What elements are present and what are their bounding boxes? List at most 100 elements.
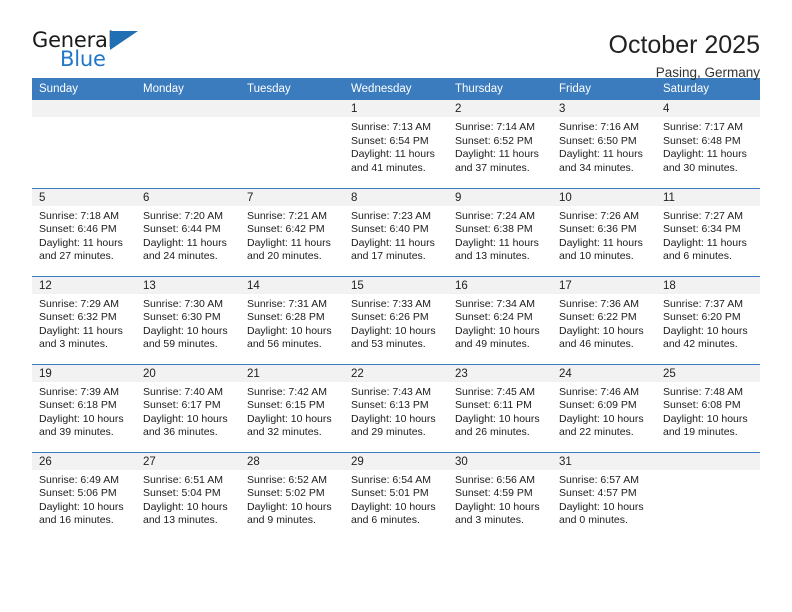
calendar-day-cell[interactable]: 28 Sunrise: 6:52 AM Sunset: 5:02 PM Dayligh… — [240, 451, 344, 540]
sunset-text: Sunset: 6:44 PM — [143, 223, 221, 236]
daylight-text-line1: Daylight: 11 hours — [455, 236, 539, 249]
calendar-day-cell[interactable]: 24 Sunrise: 7:46 AM Sunset: 6:09 PM Dayligh… — [552, 363, 656, 452]
calendar-day-cell[interactable]: 7 Sunrise: 7:21 AM Sunset: 6:42 PM Daylight… — [240, 187, 344, 276]
sunrise-text: Sunrise: 6:51 AM — [143, 473, 223, 486]
calendar-day-cell[interactable]: 25 Sunrise: 7:48 AM Sunset: 6:08 PM Dayligh… — [656, 363, 760, 452]
calendar-grid: Sunday Monday Tuesday Wednesday Thursday Frid… — [32, 78, 760, 540]
daylight-text-line2: and 29 minutes. — [351, 426, 426, 439]
calendar-day-cell[interactable]: 1 Sunrise: 7:13 AM Sunset: 6:54 PM Daylight… — [344, 100, 448, 188]
calendar-day-cell[interactable]: 6 Sunrise: 7:20 AM Sunset: 6:44 PM Daylight… — [136, 187, 240, 276]
calendar-week-row: 1 Sunrise: 7:13 AM Sunset: 6:54 PM Daylight… — [32, 100, 760, 188]
sunset-text: Sunset: 6:09 PM — [559, 399, 637, 412]
page-header: General Blue October 2025 Pasing, German… — [32, 0, 760, 80]
calendar-day-cell[interactable]: 16 Sunrise: 7:34 AM Sunset: 6:24 PM Dayligh… — [448, 275, 552, 364]
daylight-text-line2: and 27 minutes. — [39, 250, 114, 263]
day-number: 19 — [32, 364, 136, 382]
day-number: 22 — [344, 364, 448, 382]
daylight-text-line2: and 42 minutes. — [663, 338, 738, 351]
calendar-day-cell[interactable]: 13 Sunrise: 7:30 AM Sunset: 6:30 PM Dayligh… — [136, 275, 240, 364]
day-number: 7 — [240, 188, 344, 206]
calendar-day-cell[interactable]: 26 Sunrise: 6:49 AM Sunset: 5:06 PM Dayligh… — [32, 451, 136, 540]
daylight-text-line1: Daylight: 11 hours — [351, 148, 435, 161]
daylight-text-line2: and 37 minutes. — [455, 161, 530, 174]
calendar-week-row: 12 Sunrise: 7:29 AM Sunset: 6:32 PM Dayligh… — [32, 275, 760, 364]
daylight-text-line1: Daylight: 11 hours — [247, 236, 331, 249]
sunset-text: Sunset: 6:36 PM — [559, 223, 637, 236]
sunrise-text: Sunrise: 7:14 AM — [455, 121, 535, 133]
sunrise-text: Sunrise: 7:30 AM — [143, 297, 223, 310]
day-number: 28 — [240, 452, 344, 470]
sunrise-text: Sunrise: 7:48 AM — [663, 385, 743, 398]
weekday-header-tuesday: Tuesday — [240, 78, 344, 100]
calendar-day-cell[interactable]: 4 Sunrise: 7:17 AM Sunset: 6:48 PM Daylight… — [656, 100, 760, 188]
daylight-text-line1: Daylight: 10 hours — [247, 412, 332, 425]
calendar-day-cell[interactable]: 17 Sunrise: 7:36 AM Sunset: 6:22 PM Dayligh… — [552, 275, 656, 364]
calendar-day-cell[interactable]: 9 Sunrise: 7:24 AM Sunset: 6:38 PM Daylight… — [448, 187, 552, 276]
calendar-day-cell[interactable]: 5 Sunrise: 7:18 AM Sunset: 6:46 PM Daylight… — [32, 187, 136, 276]
calendar-day-cell[interactable]: 11 Sunrise: 7:27 AM Sunset: 6:34 PM Dayligh… — [656, 187, 760, 276]
day-details: Sunrise: 7:45 AM Sunset: 6:11 PM Daylight:… — [448, 382, 552, 440]
day-number: 2 — [448, 100, 552, 117]
day-details: Sunrise: 7:21 AM Sunset: 6:42 PM Daylight:… — [240, 206, 344, 264]
day-number: 5 — [32, 188, 136, 206]
calendar-day-cell-empty — [656, 451, 760, 540]
calendar-day-cell[interactable]: 2 Sunrise: 7:14 AM Sunset: 6:52 PM Daylight… — [448, 100, 552, 188]
day-number — [656, 452, 760, 470]
day-number: 31 — [552, 452, 656, 470]
sunset-text: Sunset: 6:40 PM — [351, 223, 429, 236]
day-details: Sunrise: 7:40 AM Sunset: 6:17 PM Daylight:… — [136, 382, 240, 440]
calendar-day-cell[interactable]: 15 Sunrise: 7:33 AM Sunset: 6:26 PM Dayligh… — [344, 275, 448, 364]
sunrise-text: Sunrise: 7:24 AM — [455, 209, 535, 222]
sunset-text: Sunset: 6:30 PM — [143, 311, 221, 324]
sunset-text: Sunset: 6:17 PM — [143, 399, 221, 412]
day-details: Sunrise: 6:52 AM Sunset: 5:02 PM Daylight:… — [240, 470, 344, 528]
calendar-day-cell[interactable]: 10 Sunrise: 7:26 AM Sunset: 6:36 PM Dayligh… — [552, 187, 656, 276]
sunrise-text: Sunrise: 7:42 AM — [247, 385, 327, 398]
calendar-day-cell[interactable]: 18 Sunrise: 7:37 AM Sunset: 6:20 PM Dayligh… — [656, 275, 760, 364]
daylight-text-line1: Daylight: 11 hours — [39, 324, 123, 337]
calendar-day-cell[interactable]: 21 Sunrise: 7:42 AM Sunset: 6:15 PM Dayligh… — [240, 363, 344, 452]
daylight-text-line2: and 53 minutes. — [351, 338, 426, 351]
calendar-day-cell[interactable]: 29 Sunrise: 6:54 AM Sunset: 5:01 PM Dayligh… — [344, 451, 448, 540]
day-number: 20 — [136, 364, 240, 382]
sunset-text: Sunset: 5:01 PM — [351, 487, 429, 500]
calendar-day-cell[interactable]: 14 Sunrise: 7:31 AM Sunset: 6:28 PM Dayligh… — [240, 275, 344, 364]
sunrise-text: Sunrise: 7:23 AM — [351, 209, 431, 222]
daylight-text-line1: Daylight: 11 hours — [351, 236, 435, 249]
calendar-week-row: 19 Sunrise: 7:39 AM Sunset: 6:18 PM Dayligh… — [32, 363, 760, 452]
day-number: 6 — [136, 188, 240, 206]
daylight-text-line1: Daylight: 11 hours — [559, 148, 643, 161]
day-number: 12 — [32, 276, 136, 294]
sunrise-text: Sunrise: 6:57 AM — [559, 473, 639, 486]
day-details: Sunrise: 7:46 AM Sunset: 6:09 PM Daylight:… — [552, 382, 656, 440]
daylight-text-line1: Daylight: 10 hours — [351, 500, 436, 513]
sunrise-text: Sunrise: 6:54 AM — [351, 473, 431, 486]
daylight-text-line2: and 17 minutes. — [351, 250, 426, 263]
calendar-day-cell[interactable]: 30 Sunrise: 6:56 AM Sunset: 4:59 PM Dayligh… — [448, 451, 552, 540]
day-details: Sunrise: 7:31 AM Sunset: 6:28 PM Daylight:… — [240, 294, 344, 352]
day-number: 1 — [344, 100, 448, 117]
calendar-day-cell[interactable]: 12 Sunrise: 7:29 AM Sunset: 6:32 PM Dayligh… — [32, 275, 136, 364]
calendar-day-cell[interactable]: 8 Sunrise: 7:23 AM Sunset: 6:40 PM Daylight… — [344, 187, 448, 276]
sunset-text: Sunset: 6:18 PM — [39, 399, 117, 412]
day-number — [136, 100, 240, 117]
day-details: Sunrise: 6:54 AM Sunset: 5:01 PM Daylight:… — [344, 470, 448, 528]
day-number: 4 — [656, 100, 760, 117]
sunset-text: Sunset: 4:59 PM — [455, 487, 533, 500]
day-details: Sunrise: 7:24 AM Sunset: 6:38 PM Daylight:… — [448, 206, 552, 264]
calendar-day-cell[interactable]: 27 Sunrise: 6:51 AM Sunset: 5:04 PM Dayligh… — [136, 451, 240, 540]
calendar-day-cell[interactable]: 3 Sunrise: 7:16 AM Sunset: 6:50 PM Daylight… — [552, 100, 656, 188]
day-details: Sunrise: 7:43 AM Sunset: 6:13 PM Daylight:… — [344, 382, 448, 440]
calendar-day-cell[interactable]: 20 Sunrise: 7:40 AM Sunset: 6:17 PM Dayligh… — [136, 363, 240, 452]
calendar-day-cell[interactable]: 23 Sunrise: 7:45 AM Sunset: 6:11 PM Dayligh… — [448, 363, 552, 452]
sunrise-text: Sunrise: 7:43 AM — [351, 385, 431, 398]
page-subtitle: Pasing, Germany — [655, 65, 760, 80]
calendar-day-cell[interactable]: 22 Sunrise: 7:43 AM Sunset: 6:13 PM Dayligh… — [344, 363, 448, 452]
day-details: Sunrise: 6:56 AM Sunset: 4:59 PM Daylight:… — [448, 470, 552, 528]
daylight-text-line2: and 20 minutes. — [247, 250, 322, 263]
calendar-day-cell[interactable]: 31 Sunrise: 6:57 AM Sunset: 4:57 PM Dayligh… — [552, 451, 656, 540]
daylight-text-line2: and 56 minutes. — [247, 338, 322, 351]
daylight-text-line1: Daylight: 11 hours — [663, 148, 747, 161]
sunrise-text: Sunrise: 7:40 AM — [143, 385, 223, 398]
calendar-day-cell[interactable]: 19 Sunrise: 7:39 AM Sunset: 6:18 PM Dayligh… — [32, 363, 136, 452]
